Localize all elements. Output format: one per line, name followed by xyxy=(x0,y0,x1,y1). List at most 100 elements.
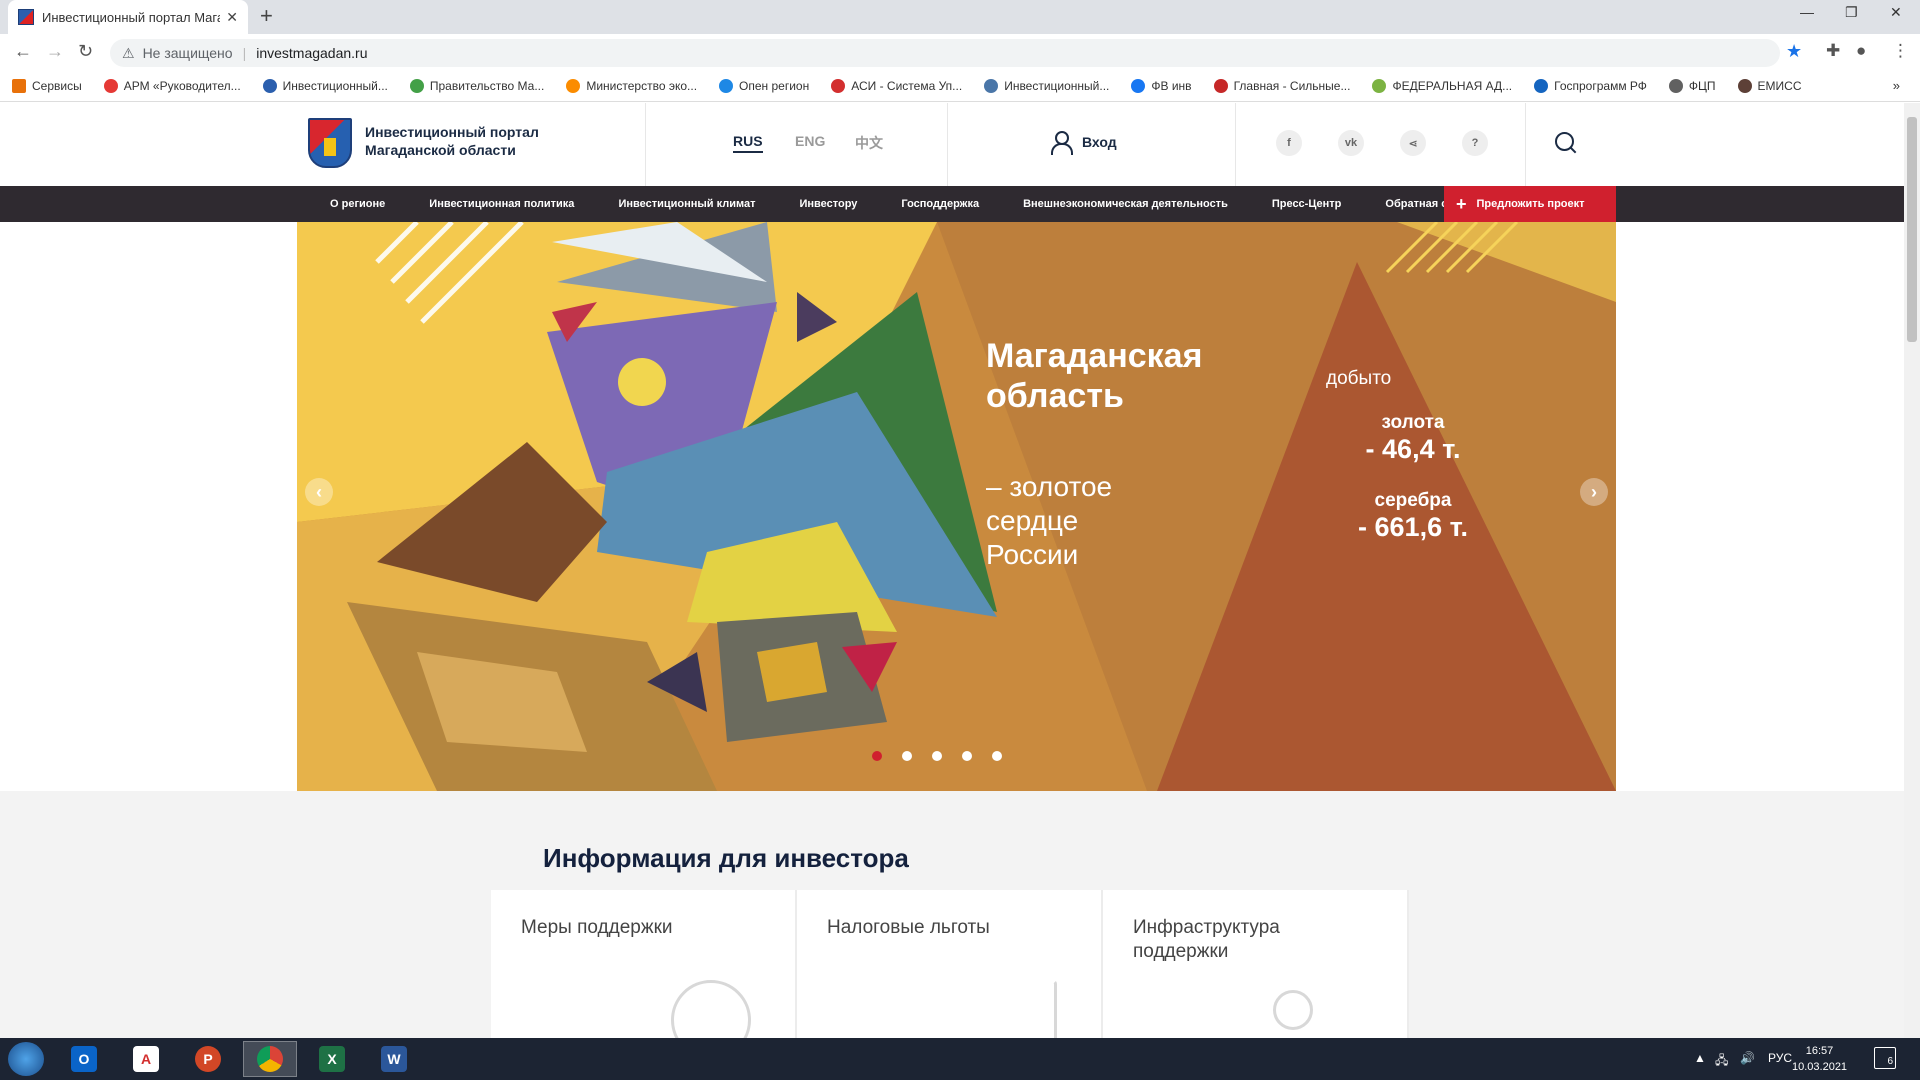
help-icon[interactable]: ? xyxy=(1462,130,1488,156)
bookmark-label: Инвестиционный... xyxy=(282,78,388,93)
bookmark-item[interactable]: Министерство эко... xyxy=(566,78,698,93)
lang-chinese[interactable]: 中文 xyxy=(855,133,883,153)
slider-next-button[interactable]: › xyxy=(1580,478,1608,506)
investor-info-section: Информация для инвестора Меры поддержки … xyxy=(0,791,1904,1038)
tray-expand-icon[interactable]: ▲ xyxy=(1694,1051,1706,1065)
hero-title: Магаданская область xyxy=(986,336,1202,416)
nav-item-invest-policy[interactable]: Инвестиционная политика xyxy=(407,198,596,210)
bookmark-item[interactable]: АРМ «Руководител... xyxy=(103,78,241,93)
new-tab-icon[interactable]: + xyxy=(260,3,273,29)
silver-name: серебра xyxy=(1374,490,1452,511)
search-icon[interactable] xyxy=(1555,132,1577,154)
extensions-icon[interactable]: ✚ xyxy=(1826,41,1840,61)
bookmark-item[interactable]: Главная - Сильные... xyxy=(1213,78,1350,93)
bookmark-favicon-icon xyxy=(12,78,26,93)
back-icon[interactable]: ← xyxy=(14,41,32,62)
action-center-icon[interactable]: 6 xyxy=(1874,1047,1896,1069)
bookmark-item[interactable]: ФВ инв xyxy=(1131,78,1192,93)
login-button[interactable]: Вход xyxy=(1050,131,1117,155)
clock-date: 10.03.2021 xyxy=(1792,1061,1848,1073)
bookmark-label: ЕМИСС xyxy=(1757,78,1802,93)
bookmark-label: ФЕДЕРАЛЬНАЯ АД... xyxy=(1392,78,1513,93)
nav-item-press-center[interactable]: Пресс-Центр xyxy=(1250,198,1364,210)
network-icon[interactable]: 🖧 xyxy=(1715,1051,1728,1072)
vk-icon[interactable]: vk xyxy=(1338,130,1364,156)
nav-item-foreign-trade[interactable]: Внешнеэкономическая деятельность xyxy=(1001,198,1250,210)
network-nodes-icon xyxy=(1273,990,1313,1030)
restore-icon[interactable]: ❐ xyxy=(1845,4,1858,21)
investor-info-heading: Информация для инвестора xyxy=(543,843,909,873)
profile-icon[interactable]: ● xyxy=(1856,41,1866,61)
bookmark-favicon-icon xyxy=(1668,78,1683,93)
silver-value: - 661,6 т. xyxy=(1358,512,1468,542)
slider-dot[interactable] xyxy=(872,751,882,761)
bookmark-star-icon[interactable]: ★ xyxy=(1786,41,1802,62)
card-tax-benefits[interactable]: Налоговые льготы xyxy=(797,890,1103,1038)
outlook-taskbar-button[interactable]: O xyxy=(57,1041,111,1077)
bookmark-item[interactable]: Опен регион xyxy=(719,78,809,93)
close-tab-icon[interactable]: ✕ xyxy=(226,9,238,26)
slider-prev-button[interactable]: ‹ xyxy=(305,478,333,506)
bookmark-item[interactable]: Правительство Ма... xyxy=(409,78,544,93)
slider-dot[interactable] xyxy=(932,751,942,761)
browser-menu-icon[interactable]: ⋮ xyxy=(1892,41,1909,61)
site-title[interactable]: Инвестиционный портал Магаданской област… xyxy=(365,123,539,159)
input-language[interactable]: РУС xyxy=(1768,1051,1792,1065)
nav-item-state-support[interactable]: Господдержка xyxy=(879,198,1001,210)
nav-item-region[interactable]: О регионе xyxy=(308,198,407,210)
volume-icon[interactable]: 🔊 xyxy=(1740,1051,1755,1065)
bookmark-item[interactable]: Инвестиционный... xyxy=(262,78,388,93)
site-favicon-icon xyxy=(18,9,34,25)
card-support-measures[interactable]: Меры поддержки xyxy=(491,890,797,1038)
page-scrollbar[interactable] xyxy=(1904,103,1920,1038)
excel-taskbar-button[interactable]: X xyxy=(305,1041,359,1077)
close-window-icon[interactable]: ✕ xyxy=(1890,4,1902,21)
gold-name: золота xyxy=(1381,412,1445,433)
scrollbar-thumb[interactable] xyxy=(1907,117,1917,342)
slider-dot[interactable] xyxy=(902,751,912,761)
powerpoint-taskbar-button[interactable]: P xyxy=(181,1041,235,1077)
lang-eng[interactable]: ENG xyxy=(795,133,825,149)
bookmark-label: АСИ - Система Уп... xyxy=(851,78,963,93)
facebook-icon[interactable]: f xyxy=(1276,130,1302,156)
propose-project-button[interactable]: + Предложить проект xyxy=(1444,186,1616,222)
card-support-infrastructure[interactable]: Инфраструктура поддержки xyxy=(1103,890,1409,1038)
user-icon xyxy=(1050,131,1073,155)
nav-item-invest-climate[interactable]: Инвестиционный климат xyxy=(596,198,777,210)
more-bookmarks-icon[interactable]: » xyxy=(1893,78,1900,93)
bookmark-item[interactable]: Сервисы xyxy=(12,78,82,93)
website-viewport: Инвестиционный портал Магаданской област… xyxy=(0,103,1904,1038)
address-bar[interactable]: ⚠ Не защищено | investmagadan.ru xyxy=(110,39,1780,67)
nav-item-investor[interactable]: Инвестору xyxy=(777,198,879,210)
os-taskbar: O A P X W ▲ 🖧 🔊 РУС 16:57 10.03.2021 6 xyxy=(0,1038,1920,1080)
word-taskbar-button[interactable]: W xyxy=(367,1041,421,1077)
bookmark-favicon-icon xyxy=(103,78,118,93)
forward-icon[interactable]: → xyxy=(46,41,64,62)
region-coat-of-arms-logo[interactable] xyxy=(308,118,352,168)
acrobat-taskbar-button[interactable]: A xyxy=(119,1041,173,1077)
bookmark-item[interactable]: АСИ - Система Уп... xyxy=(831,78,963,93)
header-divider xyxy=(645,103,646,186)
lang-rus[interactable]: RUS xyxy=(733,133,763,153)
bookmark-item[interactable]: Госпрограмм РФ xyxy=(1534,78,1647,93)
share-icon[interactable]: ⋖ xyxy=(1400,130,1426,156)
bookmark-favicon-icon xyxy=(719,78,734,93)
minimize-icon[interactable]: — xyxy=(1800,4,1814,20)
browser-tab[interactable]: Инвестиционный портал Магад ✕ xyxy=(8,0,248,34)
slider-dot[interactable] xyxy=(962,751,972,761)
bookmark-favicon-icon xyxy=(831,78,846,93)
bookmark-label: Министерство эко... xyxy=(586,78,698,93)
bookmark-item[interactable]: Инвестиционный... xyxy=(984,78,1109,93)
bookmark-favicon-icon xyxy=(1131,78,1146,93)
system-clock[interactable]: 16:57 10.03.2021 xyxy=(1792,1043,1847,1075)
chrome-taskbar-button[interactable] xyxy=(243,1041,297,1077)
bookmark-item[interactable]: ЕМИСС xyxy=(1737,78,1802,93)
bookmark-label: ФЦП xyxy=(1688,78,1716,93)
bookmark-item[interactable]: ФЦП xyxy=(1668,78,1716,93)
bookmark-item[interactable]: ФЕДЕРАЛЬНАЯ АД... xyxy=(1372,78,1513,93)
slider-dot[interactable] xyxy=(992,751,1002,761)
start-button-icon[interactable] xyxy=(8,1042,44,1076)
site-header: Инвестиционный портал Магаданской област… xyxy=(0,103,1904,186)
reload-icon[interactable]: ↻ xyxy=(78,41,93,62)
site-title-line2: Магаданской области xyxy=(365,142,516,158)
